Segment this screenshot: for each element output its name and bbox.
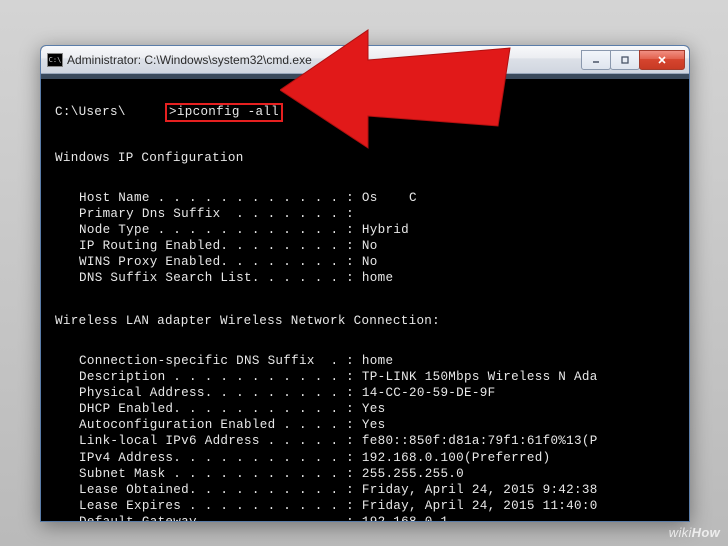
window-controls: [582, 50, 685, 70]
output-line: DHCP Enabled. . . . . . . . . . . : Yes: [55, 401, 679, 417]
terminal-output[interactable]: C:\Users\ >ipconfig -all Windows IP Conf…: [41, 74, 689, 521]
adapter-block: Connection-specific DNS Suffix . : homeD…: [55, 353, 679, 521]
cmd-icon: C:\: [47, 53, 63, 67]
prompt-line: C:\Users\ >ipconfig -all: [55, 103, 679, 121]
output-line: Primary Dns Suffix . . . . . . . :: [55, 206, 679, 222]
output-line: Description . . . . . . . . . . . : TP-L…: [55, 369, 679, 385]
output-line: Default Gateway . . . . . . . . . : 192.…: [55, 514, 679, 521]
maximize-button[interactable]: [610, 50, 640, 70]
cmd-window: C:\ Administrator: C:\Windows\system32\c…: [40, 45, 690, 522]
output-line: Connection-specific DNS Suffix . : home: [55, 353, 679, 369]
output-line: Subnet Mask . . . . . . . . . . . : 255.…: [55, 466, 679, 482]
window-title: Administrator: C:\Windows\system32\cmd.e…: [67, 53, 582, 67]
output-line: DNS Suffix Search List. . . . . . : home: [55, 270, 679, 286]
output-line: Lease Expires . . . . . . . . . . : Frid…: [55, 498, 679, 514]
output-line: WINS Proxy Enabled. . . . . . . . : No: [55, 254, 679, 270]
watermark: wikiHow: [669, 525, 720, 540]
config-block: Host Name . . . . . . . . . . . . : Os C…: [55, 190, 679, 287]
prompt-prefix: C:\Users\: [55, 105, 126, 119]
command-highlight: >ipconfig -all: [165, 103, 283, 121]
output-line: Link-local IPv6 Address . . . . . : fe80…: [55, 433, 679, 449]
output-line: Lease Obtained. . . . . . . . . . : Frid…: [55, 482, 679, 498]
minimize-button[interactable]: [581, 50, 611, 70]
output-line: IPv4 Address. . . . . . . . . . . : 192.…: [55, 450, 679, 466]
output-line: Host Name . . . . . . . . . . . . : Os C: [55, 190, 679, 206]
output-line: Node Type . . . . . . . . . . . . : Hybr…: [55, 222, 679, 238]
titlebar[interactable]: C:\ Administrator: C:\Windows\system32\c…: [41, 46, 689, 74]
ip-config-header: Windows IP Configuration: [55, 150, 679, 166]
adapter-header: Wireless LAN adapter Wireless Network Co…: [55, 313, 679, 329]
output-line: Autoconfiguration Enabled . . . . : Yes: [55, 417, 679, 433]
output-line: Physical Address. . . . . . . . . : 14-C…: [55, 385, 679, 401]
close-button[interactable]: [639, 50, 685, 70]
prompt-user: [126, 105, 165, 119]
output-line: IP Routing Enabled. . . . . . . . : No: [55, 238, 679, 254]
